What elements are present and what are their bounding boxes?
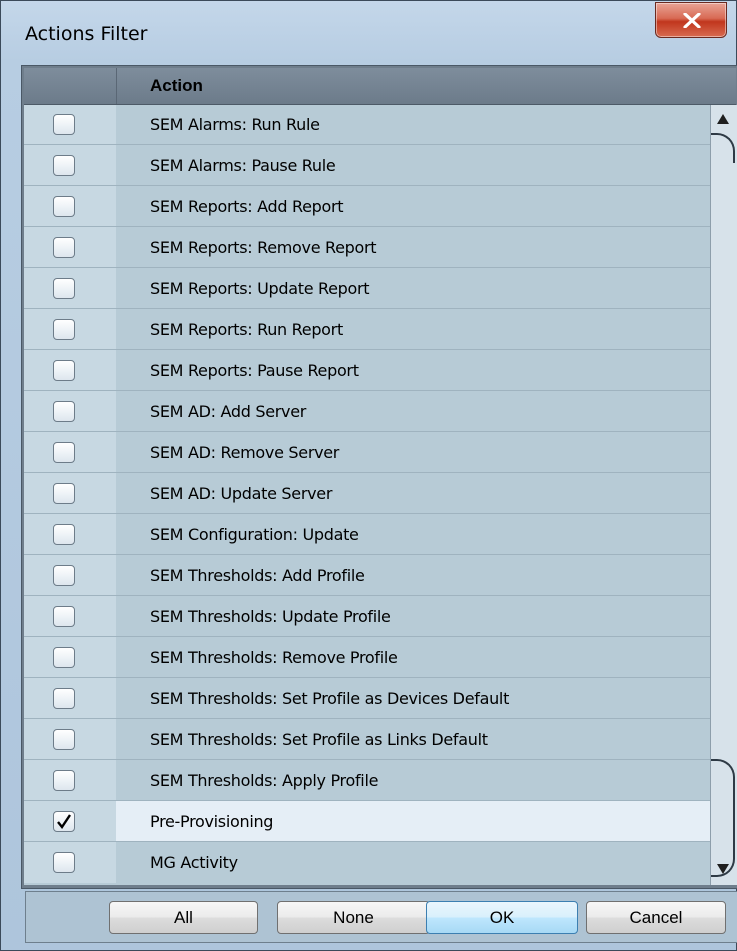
row-checkbox[interactable] xyxy=(53,729,75,750)
all-button[interactable]: All xyxy=(109,901,258,934)
scroll-thumb[interactable] xyxy=(711,133,735,877)
row-label: SEM Alarms: Run Rule xyxy=(150,115,320,134)
row-checkbox[interactable] xyxy=(53,565,75,586)
row-checkbox[interactable] xyxy=(53,852,75,873)
actions-filter-dialog: Actions Filter Action SEM Alarms: Run Ru… xyxy=(0,0,737,951)
row-label: SEM Alarms: Pause Rule xyxy=(150,156,336,175)
row-checkbox-cell xyxy=(24,678,116,719)
cancel-button[interactable]: Cancel xyxy=(586,901,726,934)
row-checkbox-cell xyxy=(24,637,116,678)
table-row[interactable]: SEM AD: Add Server xyxy=(24,390,710,432)
table-row[interactable]: SEM Thresholds: Set Profile as Devices D… xyxy=(24,677,710,719)
none-button[interactable]: None xyxy=(277,901,430,934)
row-checkbox-cell xyxy=(24,473,116,514)
row-checkbox[interactable] xyxy=(53,483,75,504)
row-label: SEM Reports: Run Report xyxy=(150,320,343,339)
row-checkbox[interactable] xyxy=(53,360,75,381)
row-checkbox-cell xyxy=(24,842,116,883)
table-row[interactable]: MG Activity xyxy=(24,841,710,883)
row-label: SEM Reports: Update Report xyxy=(150,279,370,298)
row-label: SEM Reports: Remove Report xyxy=(150,238,377,257)
table-row[interactable]: SEM Thresholds: Update Profile xyxy=(24,595,710,637)
table-row[interactable]: SEM Alarms: Run Rule xyxy=(24,105,710,145)
table-row[interactable]: SEM Reports: Pause Report xyxy=(24,349,710,391)
row-checkbox-cell xyxy=(24,555,116,596)
row-checkbox-cell xyxy=(24,801,116,842)
table-row[interactable]: SEM Thresholds: Set Profile as Links Def… xyxy=(24,718,710,760)
row-label: SEM Thresholds: Set Profile as Links Def… xyxy=(150,730,488,749)
scroll-up-icon[interactable] xyxy=(716,113,730,125)
close-button[interactable] xyxy=(655,2,727,38)
row-checkbox[interactable] xyxy=(53,606,75,627)
row-checkbox-cell xyxy=(24,145,116,186)
row-checkbox-cell xyxy=(24,227,116,268)
window-title: Actions Filter xyxy=(25,23,148,45)
actions-table: Action SEM Alarms: Run Rule SEM Alarms: P… xyxy=(21,65,737,889)
row-checkbox-cell xyxy=(24,432,116,473)
row-checkbox-cell xyxy=(24,719,116,760)
table-row[interactable]: SEM Thresholds: Apply Profile xyxy=(24,759,710,801)
row-checkbox-cell xyxy=(24,309,116,350)
table-row[interactable]: SEM Configuration: Update xyxy=(24,513,710,555)
row-label: SEM Reports: Pause Report xyxy=(150,361,359,380)
table-row[interactable]: Pre-Provisioning xyxy=(24,800,710,842)
row-label: SEM Thresholds: Set Profile as Devices D… xyxy=(150,689,510,708)
row-checkbox-cell xyxy=(24,105,116,145)
row-checkbox[interactable] xyxy=(53,319,75,340)
table-header: Action xyxy=(24,68,736,105)
ok-button[interactable]: OK xyxy=(426,901,578,934)
scroll-down-icon[interactable] xyxy=(716,863,730,875)
row-checkbox-cell xyxy=(24,268,116,309)
table-row[interactable]: SEM AD: Remove Server xyxy=(24,431,710,473)
row-checkbox[interactable] xyxy=(53,770,75,791)
row-checkbox-cell xyxy=(24,596,116,637)
row-checkbox-cell xyxy=(24,350,116,391)
row-checkbox[interactable] xyxy=(53,196,75,217)
title-bar: Actions Filter xyxy=(1,1,736,65)
row-checkbox[interactable] xyxy=(53,237,75,258)
row-label: MG Activity xyxy=(150,853,238,872)
row-checkbox[interactable] xyxy=(53,524,75,545)
row-checkbox[interactable] xyxy=(53,647,75,668)
row-label: Pre-Provisioning xyxy=(150,812,274,831)
row-checkbox-cell xyxy=(24,391,116,432)
button-bar: All None OK Cancel xyxy=(25,891,737,943)
table-row[interactable]: SEM Reports: Run Report xyxy=(24,308,710,350)
table-row[interactable]: SEM Reports: Remove Report xyxy=(24,226,710,268)
checkmark-icon xyxy=(57,814,71,830)
row-checkbox[interactable] xyxy=(53,688,75,709)
table-row[interactable]: SEM Reports: Add Report xyxy=(24,185,710,227)
action-list: SEM Alarms: Run Rule SEM Alarms: Pause Ru… xyxy=(24,105,710,885)
table-row[interactable]: SEM Reports: Update Report xyxy=(24,267,710,309)
column-header-action[interactable]: Action xyxy=(150,76,203,96)
row-checkbox-cell xyxy=(24,186,116,227)
header-checkbox-column xyxy=(24,68,117,104)
row-checkbox[interactable] xyxy=(53,442,75,463)
close-icon xyxy=(683,13,701,28)
table-row[interactable]: SEM Thresholds: Add Profile xyxy=(24,554,710,596)
row-label: SEM Thresholds: Remove Profile xyxy=(150,648,398,667)
table-row[interactable]: SEM AD: Update Server xyxy=(24,472,710,514)
row-checkbox-cell xyxy=(24,760,116,801)
row-checkbox[interactable] xyxy=(53,401,75,422)
row-label: SEM AD: Update Server xyxy=(150,484,333,503)
row-label: SEM Configuration: Update xyxy=(150,525,359,544)
table-row[interactable]: SEM Alarms: Pause Rule xyxy=(24,144,710,186)
row-checkbox[interactable] xyxy=(53,155,75,176)
row-checkbox[interactable] xyxy=(53,278,75,299)
row-checkbox-cell xyxy=(24,514,116,555)
row-label: SEM Thresholds: Apply Profile xyxy=(150,771,379,790)
row-label: SEM Thresholds: Update Profile xyxy=(150,607,391,626)
row-checkbox[interactable] xyxy=(53,811,75,832)
row-label: SEM AD: Remove Server xyxy=(150,443,340,462)
row-label: SEM Thresholds: Add Profile xyxy=(150,566,365,585)
table-row[interactable]: SEM Thresholds: Remove Profile xyxy=(24,636,710,678)
row-checkbox[interactable] xyxy=(53,114,75,135)
row-label: SEM Reports: Add Report xyxy=(150,197,344,216)
vertical-scrollbar[interactable] xyxy=(710,105,737,885)
row-label: SEM AD: Add Server xyxy=(150,402,307,421)
